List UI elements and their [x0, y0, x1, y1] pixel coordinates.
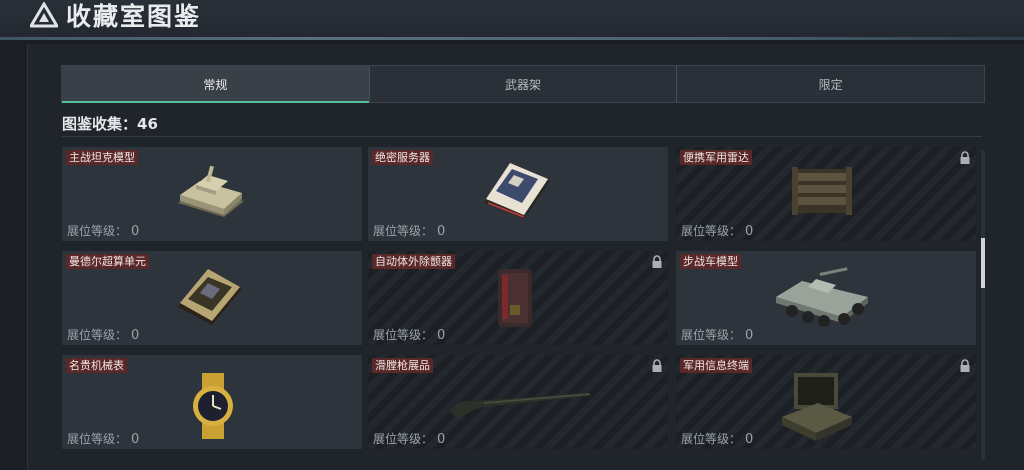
lock-icon [960, 359, 970, 372]
booth-level-label: 展位等级： [67, 224, 128, 238]
booth-level-label: 展位等级： [373, 328, 434, 342]
card-name: 曼德尔超算单元 [66, 254, 149, 269]
lock-icon [652, 255, 662, 268]
header: 收藏室图鉴 [30, 0, 202, 31]
card-name: 步战车模型 [680, 254, 741, 269]
radar-icon [792, 167, 852, 215]
lock-icon [960, 151, 970, 164]
booth-level: 展位等级： 0 [681, 326, 753, 343]
tab-weapon-rack-label: 武器架 [505, 77, 542, 92]
triangle-logo-icon [30, 2, 58, 28]
card-military-terminal[interactable]: 军用信息终端 展位等级： 0 [676, 355, 976, 449]
booth-level: 展位等级： 0 [67, 430, 139, 447]
card-ifv-model[interactable]: 步战车模型 展位等级： 0 [676, 251, 976, 345]
server-icon [484, 163, 550, 219]
card-name: 绝密服务器 [372, 150, 433, 165]
booth-level-value: 0 [745, 328, 754, 343]
scrollbar-track[interactable] [981, 150, 985, 460]
card-aed[interactable]: 自动体外除颤器 展位等级： 0 [368, 251, 668, 345]
collection-count: 图鉴收集：46 [62, 115, 158, 133]
card-musket-exhibit[interactable]: 滑膛枪展品 展位等级： 0 [368, 355, 668, 449]
booth-level-value: 0 [745, 224, 754, 239]
page-title: 收藏室图鉴 [66, 2, 202, 31]
card-name: 滑膛枪展品 [372, 358, 433, 373]
card-mandel-supercomputer[interactable]: 曼德尔超算单元 展位等级： 0 [62, 251, 362, 345]
tab-regular-label: 常规 [203, 77, 228, 92]
supercomputer-icon [178, 269, 242, 325]
booth-level: 展位等级： 0 [373, 222, 445, 239]
booth-level-value: 0 [437, 328, 446, 343]
tab-limited-label: 限定 [818, 77, 843, 92]
tab-bar: 常规 武器架 限定 [61, 65, 985, 103]
booth-level: 展位等级： 0 [67, 222, 139, 239]
booth-level-label: 展位等级： [67, 432, 128, 446]
booth-level: 展位等级： 0 [373, 326, 445, 343]
card-main-battle-tank[interactable]: 主战坦克模型 展位等级： 0 [62, 147, 362, 241]
booth-level-label: 展位等级： [681, 432, 742, 446]
booth-level-value: 0 [131, 328, 140, 343]
booth-level-value: 0 [745, 432, 754, 447]
count-divider [62, 136, 982, 137]
booth-level: 展位等级： 0 [67, 326, 139, 343]
tank-icon [178, 165, 244, 217]
card-luxury-watch[interactable]: 名贵机械表 展位等级： 0 [62, 355, 362, 449]
card-portable-military-radar[interactable]: 便携军用雷达 展位等级： 0 [676, 147, 976, 241]
booth-level: 展位等级： 0 [373, 430, 445, 447]
booth-level: 展位等级： 0 [681, 222, 753, 239]
card-top-secret-server[interactable]: 绝密服务器 展位等级： 0 [368, 147, 668, 241]
booth-level-label: 展位等级： [373, 224, 434, 238]
card-name: 名贵机械表 [66, 358, 127, 373]
terminal-icon [782, 373, 852, 441]
booth-level-label: 展位等级： [681, 328, 742, 342]
card-name: 自动体外除颤器 [372, 254, 455, 269]
collection-grid: 主战坦克模型 展位等级： 0 绝密服务器 展位等级： 0 便携军用雷达 展位等级… [62, 147, 976, 465]
musket-icon [450, 393, 591, 419]
tab-limited[interactable]: 限定 [677, 66, 984, 102]
lock-icon [652, 359, 662, 372]
defibrillator-icon [498, 269, 532, 327]
card-name: 主战坦克模型 [66, 150, 138, 165]
booth-level-value: 0 [437, 224, 446, 239]
booth-level-value: 0 [131, 224, 140, 239]
booth-level: 展位等级： 0 [681, 430, 753, 447]
tab-weapon-rack[interactable]: 武器架 [370, 66, 678, 102]
tab-regular[interactable]: 常规 [62, 66, 370, 103]
card-name: 便携军用雷达 [680, 150, 752, 165]
booth-level-value: 0 [437, 432, 446, 447]
booth-level-label: 展位等级： [67, 328, 128, 342]
booth-level-label: 展位等级： [373, 432, 434, 446]
scrollbar-thumb[interactable] [981, 238, 985, 288]
header-divider [0, 37, 1024, 40]
watch-icon [193, 373, 233, 439]
card-name: 军用信息终端 [680, 358, 752, 373]
booth-level-label: 展位等级： [681, 224, 742, 238]
ifv-icon [776, 267, 868, 327]
booth-level-value: 0 [131, 432, 140, 447]
